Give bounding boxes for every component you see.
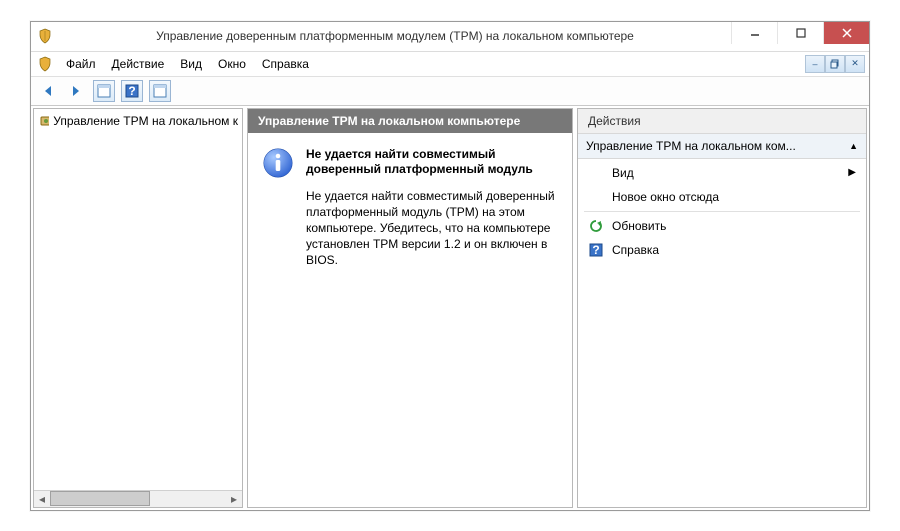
tree-item-label: Управление TPM на локальном к [53,114,238,128]
menu-file[interactable]: Файл [59,55,103,73]
actions-section-header[interactable]: Управление TPM на локальном ком... ▲ [578,134,866,159]
panel-icon [97,84,111,98]
svg-text:?: ? [128,84,135,98]
menubar-app-icon [35,56,55,72]
scroll-right-icon: ▸ [226,492,242,506]
back-button[interactable] [37,80,59,102]
maximize-button[interactable] [777,22,823,44]
action-label: Обновить [612,219,666,233]
action-label: Вид [612,166,634,180]
action-label: Справка [612,243,659,257]
content-area: Управление TPM на локальном к ◂ ▸ Управл… [31,106,869,510]
window-buttons [731,22,869,51]
detail-body: Не удается найти совместимый доверенный … [248,133,572,279]
action-refresh[interactable]: Обновить [578,214,866,238]
tree-item-tpm[interactable]: Управление TPM на локальном к [36,112,240,130]
detail-pane: Управление TPM на локальном компьютере Н… [247,108,573,508]
svg-text:?: ? [592,243,599,257]
actions-header: Действия [578,109,866,134]
panel-icon [153,84,167,98]
mdi-close-button[interactable]: ✕ [845,55,865,73]
shield-icon [37,56,53,72]
menubar: Файл Действие Вид Окно Справка ‒ ✕ [31,52,869,76]
toolbar-help-button[interactable]: ? [121,80,143,102]
toolbar-properties-button[interactable] [93,80,115,102]
action-view[interactable]: Вид ▶ [578,161,866,185]
actions-list: Вид ▶ Новое окно отсюда Обновить ? Справ… [578,159,866,264]
action-label: Новое окно отсюда [612,190,719,204]
detail-header: Управление TPM на локальном компьютере [248,109,572,133]
info-icon [262,147,294,269]
window-title: Управление доверенным платформенным моду… [59,29,731,43]
refresh-icon [588,218,604,234]
chip-icon [38,113,49,129]
shield-icon [37,28,53,44]
submenu-arrow-icon: ▶ [848,167,856,178]
mmc-window: Управление доверенным платформенным моду… [30,21,870,511]
scroll-thumb[interactable] [50,491,150,506]
action-new-window[interactable]: Новое окно отсюда [578,185,866,209]
titlebar: Управление доверенным платформенным моду… [31,22,869,52]
arrow-right-icon [68,83,84,99]
separator [584,211,860,212]
actions-section-label: Управление TPM на локальном ком... [586,139,796,153]
minimize-button[interactable] [731,22,777,44]
action-help[interactable]: ? Справка [578,238,866,262]
tree-body: Управление TPM на локальном к [34,109,242,490]
detail-paragraph: Не удается найти совместимый доверенный … [306,188,558,269]
collapse-icon: ▲ [849,141,858,151]
toolbar: ? [31,76,869,106]
help-icon: ? [125,84,139,98]
scroll-left-icon: ◂ [34,492,50,506]
menu-view[interactable]: Вид [173,55,209,73]
detail-text: Не удается найти совместимый доверенный … [306,147,558,269]
tree-pane: Управление TPM на локальном к ◂ ▸ [33,108,243,508]
forward-button[interactable] [65,80,87,102]
close-button[interactable] [823,22,869,44]
menu-help[interactable]: Справка [255,55,316,73]
actions-pane: Действия Управление TPM на локальном ком… [577,108,867,508]
menu-action[interactable]: Действие [105,55,172,73]
blank-icon [588,165,604,181]
horizontal-scrollbar[interactable]: ◂ ▸ [34,490,242,507]
arrow-left-icon [40,83,56,99]
mdi-minimize-button[interactable]: ‒ [805,55,825,73]
blank-icon [588,189,604,205]
help-icon: ? [588,242,604,258]
menu-window[interactable]: Окно [211,55,253,73]
detail-heading: Не удается найти совместимый доверенный … [306,147,558,178]
mdi-controls: ‒ ✕ [805,55,865,73]
toolbar-panel-button[interactable] [149,80,171,102]
mdi-restore-button[interactable] [825,55,845,73]
app-icon [31,28,59,44]
